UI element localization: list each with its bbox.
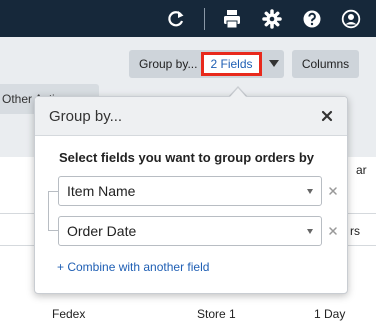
table-cell-fragment: rs bbox=[350, 224, 360, 238]
select-value: Item Name bbox=[67, 183, 136, 199]
close-icon[interactable] bbox=[321, 110, 333, 122]
print-icon[interactable] bbox=[222, 9, 242, 29]
chevron-down-icon bbox=[307, 189, 313, 194]
group-by-button[interactable]: Group by... 2 Fields bbox=[129, 50, 284, 78]
popover-header: Group by... bbox=[35, 97, 347, 136]
user-icon[interactable] bbox=[341, 9, 361, 29]
popover-arrow-inner bbox=[229, 88, 247, 98]
table-cell-store: Store 1 bbox=[197, 307, 236, 321]
table-cell-carrier: Fedex bbox=[52, 307, 86, 321]
remove-field-icon[interactable] bbox=[328, 186, 338, 196]
chevron-down-icon[interactable] bbox=[269, 60, 279, 67]
group-field-select-2[interactable]: Order Date bbox=[58, 216, 322, 246]
select-value: Order Date bbox=[67, 223, 137, 239]
table-cell-shipping: 1 Day bbox=[314, 307, 346, 321]
chevron-down-icon bbox=[307, 229, 313, 234]
combine-field-link[interactable]: + Combine with another field bbox=[57, 260, 209, 274]
group-by-label: Group by... bbox=[139, 57, 198, 71]
gear-icon[interactable] bbox=[262, 9, 282, 29]
group-by-fields-count[interactable]: 2 Fields bbox=[201, 52, 262, 76]
group-field-select-1[interactable]: Item Name bbox=[58, 176, 322, 206]
group-by-popover: Group by... Select fields you want to gr… bbox=[34, 96, 348, 294]
help-icon[interactable] bbox=[302, 9, 322, 29]
popover-title: Group by... bbox=[49, 108, 123, 125]
top-nav-bar bbox=[0, 0, 376, 37]
refresh-icon[interactable] bbox=[166, 9, 186, 29]
table-header-fragment: ar bbox=[356, 163, 367, 177]
popover-instruction: Select fields you want to group orders b… bbox=[59, 150, 314, 165]
topbar-separator bbox=[204, 8, 205, 30]
remove-field-icon[interactable] bbox=[328, 226, 338, 236]
group-bracket bbox=[48, 191, 58, 231]
page: Other Actions Group by... 2 Fields Colum… bbox=[0, 0, 376, 336]
columns-button[interactable]: Columns bbox=[292, 50, 359, 78]
